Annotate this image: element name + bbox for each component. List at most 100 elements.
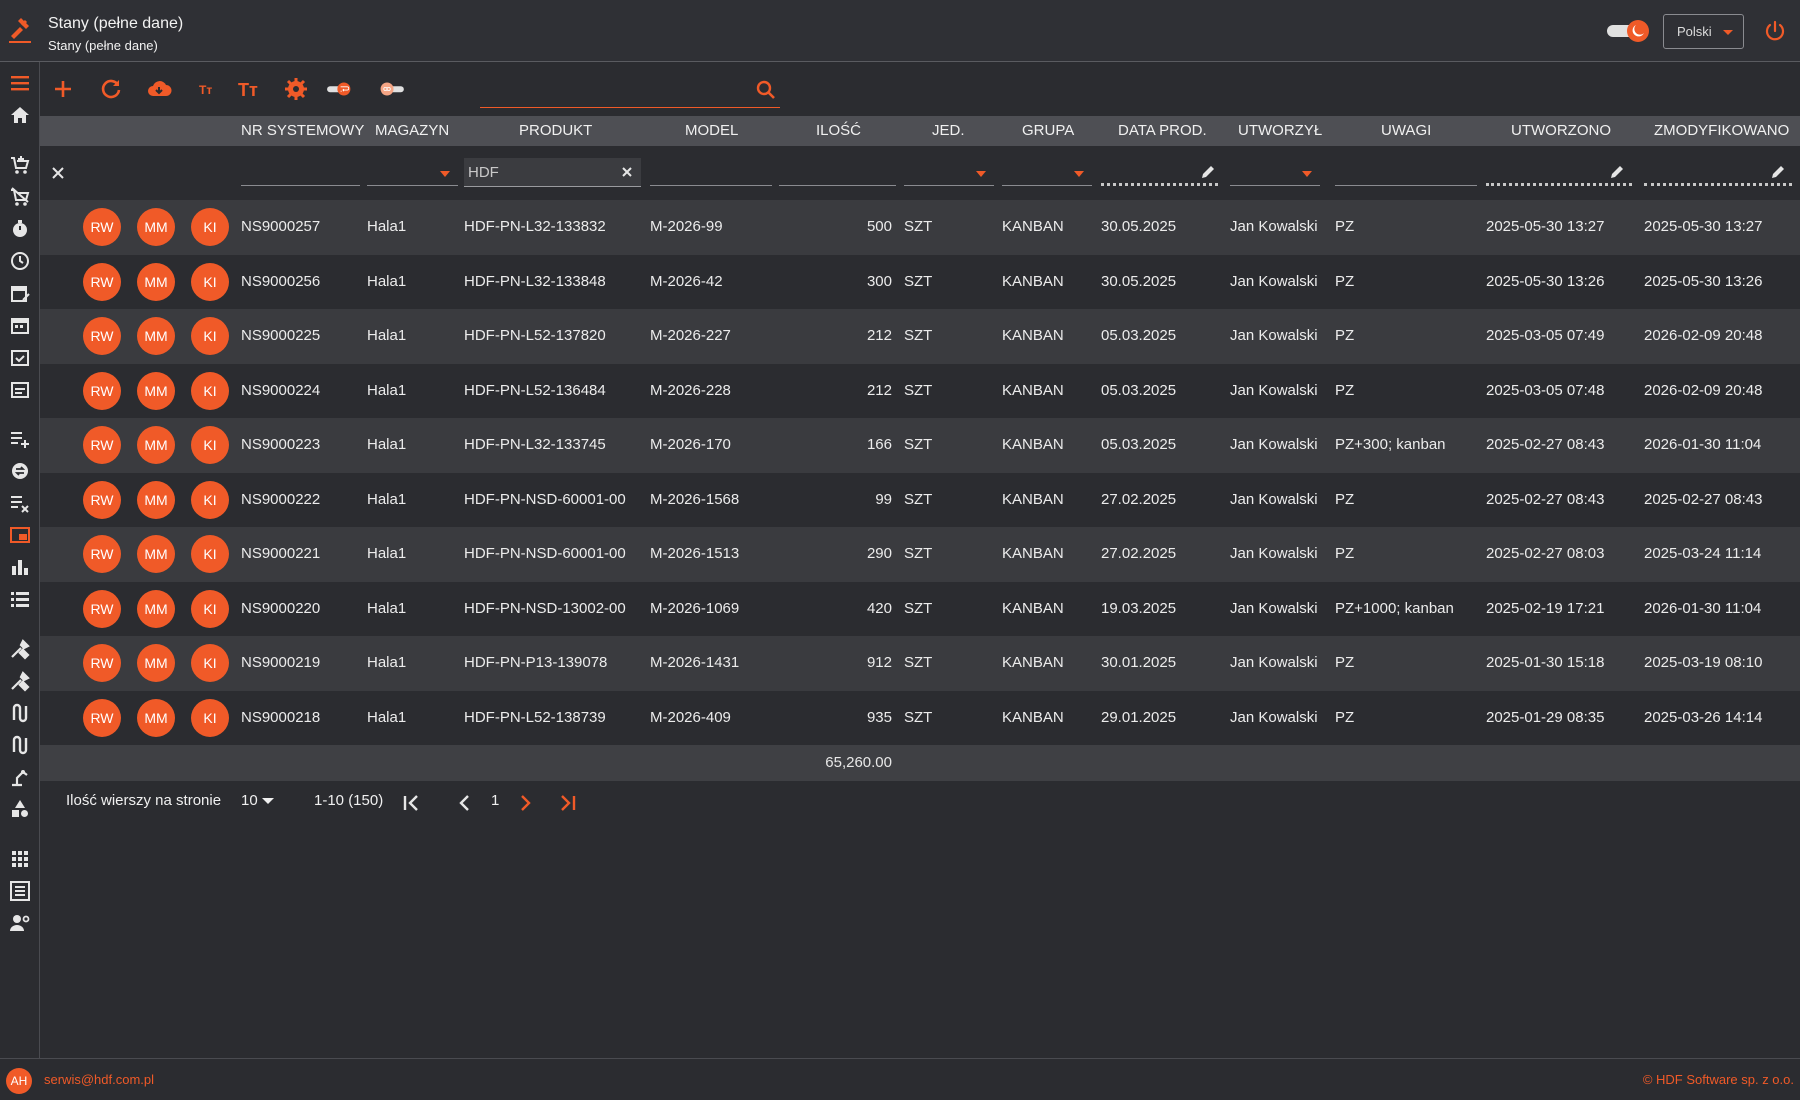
text-size-large-icon[interactable]: Tт	[236, 76, 262, 102]
filter-utworzyl[interactable]	[1230, 185, 1320, 186]
text-size-small-icon[interactable]: Tт	[194, 76, 220, 102]
search-icon[interactable]	[756, 80, 776, 100]
clear-produkt-filter-icon[interactable]	[619, 164, 635, 180]
chevron-down-icon[interactable]	[1074, 171, 1084, 177]
mm-button[interactable]: MM	[137, 371, 175, 410]
table-row[interactable]: RW MM KI NS9000221 Hala1 HDF-PN-NSD-60001-00 M…	[40, 527, 1800, 582]
filter-jed[interactable]	[904, 185, 994, 186]
theme-toggle[interactable]	[1606, 20, 1652, 42]
rw-button[interactable]: RW	[83, 371, 121, 410]
ki-button[interactable]: KI	[191, 535, 229, 573]
filter-data-prod[interactable]	[1101, 183, 1218, 186]
col-header-model[interactable]: MODEL	[685, 116, 738, 146]
table-row[interactable]: RW MM KI NS9000222 Hala1 HDF-PN-NSD-60001-00 M…	[40, 472, 1800, 527]
robot-arm-icon[interactable]	[9, 766, 31, 788]
filter-produkt-input[interactable]	[464, 158, 604, 186]
col-header-magazyn[interactable]: MAGAZYN	[375, 116, 449, 146]
filter-ilosc[interactable]	[779, 185, 896, 186]
filter-uwagi[interactable]	[1335, 185, 1477, 186]
filter-magazyn[interactable]	[367, 185, 458, 186]
picture-in-picture-icon[interactable]	[9, 524, 31, 546]
ki-button[interactable]: KI	[191, 589, 229, 628]
table-row[interactable]: RW MM KI NS9000218 Hala1 HDF-PN-L52-138739 M-2…	[40, 690, 1800, 745]
col-header-grupa[interactable]: GRUPA	[1022, 116, 1074, 146]
filter-zmodyfikowano[interactable]	[1644, 183, 1792, 186]
chevron-down-icon[interactable]	[440, 171, 450, 177]
wrap-text-toggle-icon[interactable]	[326, 76, 374, 102]
ki-button[interactable]: KI	[191, 262, 229, 301]
clock-icon[interactable]	[9, 250, 31, 272]
col-header-ilosc[interactable]: ILOŚĆ	[816, 116, 861, 146]
calendar-edit-icon[interactable]	[9, 282, 31, 304]
refresh-icon[interactable]	[98, 76, 124, 102]
ki-button[interactable]: KI	[191, 644, 229, 682]
filter-grupa[interactable]	[1002, 185, 1092, 186]
col-header-jed[interactable]: JED.	[932, 116, 965, 146]
mm-button[interactable]: MM	[137, 208, 175, 246]
stopwatch-icon[interactable]	[9, 218, 31, 240]
mm-button[interactable]: MM	[137, 698, 175, 737]
ki-button[interactable]: KI	[191, 371, 229, 410]
clear-filters-icon[interactable]	[50, 165, 66, 181]
col-header-produkt[interactable]: PRODUKT	[519, 116, 592, 146]
mm-button[interactable]: MM	[137, 262, 175, 301]
col-header-data-prod[interactable]: DATA PROD.	[1118, 116, 1207, 146]
link-toggle-icon[interactable]	[380, 76, 428, 102]
edit-pencil-icon[interactable]	[1609, 164, 1625, 180]
chevron-down-icon[interactable]	[1302, 171, 1312, 177]
col-header-nr-systemowy[interactable]: NR SYSTEMOWY	[241, 116, 364, 146]
mm-button[interactable]: MM	[137, 589, 175, 628]
col-header-zmodyfikowano[interactable]: ZMODYFIKOWANO	[1654, 116, 1789, 146]
users-settings-icon[interactable]	[9, 912, 31, 934]
bar-chart-icon[interactable]	[9, 556, 31, 578]
rw-button[interactable]: RW	[83, 480, 121, 519]
table-row[interactable]: RW MM KI NS9000224 Hala1 HDF-PN-L52-136484 M-2…	[40, 363, 1800, 418]
currency-exchange-icon[interactable]	[9, 460, 31, 482]
rw-button[interactable]: RW	[83, 589, 121, 628]
mm-button[interactable]: MM	[137, 644, 175, 682]
rw-button[interactable]: RW	[83, 208, 121, 246]
chevron-down-icon[interactable]	[976, 171, 986, 177]
avatar[interactable]: AH	[6, 1068, 32, 1094]
tools-alt-icon[interactable]	[9, 670, 31, 692]
rw-button[interactable]: RW	[83, 317, 121, 355]
first-page-icon[interactable]	[401, 792, 423, 814]
transfer-alt-icon[interactable]	[9, 734, 31, 756]
language-select[interactable]: Polski	[1663, 14, 1744, 49]
rows-per-page-select[interactable]: 10	[241, 792, 274, 809]
user-email[interactable]: serwis@hdf.com.pl	[44, 1072, 154, 1087]
prev-page-icon[interactable]	[454, 792, 476, 814]
table-row[interactable]: RW MM KI NS9000223 Hala1 HDF-PN-L32-133745 M-2…	[40, 418, 1800, 473]
mm-button[interactable]: MM	[137, 426, 175, 464]
mm-button[interactable]: MM	[137, 480, 175, 519]
last-page-icon[interactable]	[556, 792, 578, 814]
ki-button[interactable]: KI	[191, 480, 229, 519]
power-icon[interactable]	[1764, 20, 1786, 42]
list-icon[interactable]	[9, 588, 31, 610]
menu-icon[interactable]	[9, 72, 31, 94]
search-input[interactable]	[480, 72, 740, 106]
rw-button[interactable]: RW	[83, 262, 121, 301]
col-header-utworzono[interactable]: UTWORZONO	[1511, 116, 1611, 146]
filter-nr-systemowy[interactable]	[241, 185, 360, 186]
ki-button[interactable]: KI	[191, 208, 229, 246]
rw-button[interactable]: RW	[83, 426, 121, 464]
table-row[interactable]: RW MM KI NS9000220 Hala1 HDF-PN-NSD-13002-00 M…	[40, 581, 1800, 636]
add-icon[interactable]	[50, 76, 76, 102]
settings-gear-icon[interactable]	[283, 76, 309, 102]
edit-pencil-icon[interactable]	[1200, 164, 1216, 180]
home-icon[interactable]	[9, 104, 31, 126]
col-header-uwagi[interactable]: UWAGI	[1381, 116, 1431, 146]
edit-pencil-icon[interactable]	[1770, 164, 1786, 180]
playlist-add-icon[interactable]	[9, 428, 31, 450]
shapes-icon[interactable]	[9, 798, 31, 820]
col-header-utworzyl[interactable]: UTWORZYŁ	[1238, 116, 1322, 146]
ki-button[interactable]: KI	[191, 426, 229, 464]
cart-add-icon[interactable]	[9, 154, 31, 176]
ki-button[interactable]: KI	[191, 317, 229, 355]
calendar-icon[interactable]	[9, 314, 31, 336]
table-row[interactable]: RW MM KI NS9000257 Hala1 HDF-PN-L32-133832 M-2…	[40, 200, 1800, 255]
rw-button[interactable]: RW	[83, 698, 121, 737]
table-row[interactable]: RW MM KI NS9000219 Hala1 HDF-PN-P13-139078 M-2…	[40, 636, 1800, 691]
mm-button[interactable]: MM	[137, 317, 175, 355]
